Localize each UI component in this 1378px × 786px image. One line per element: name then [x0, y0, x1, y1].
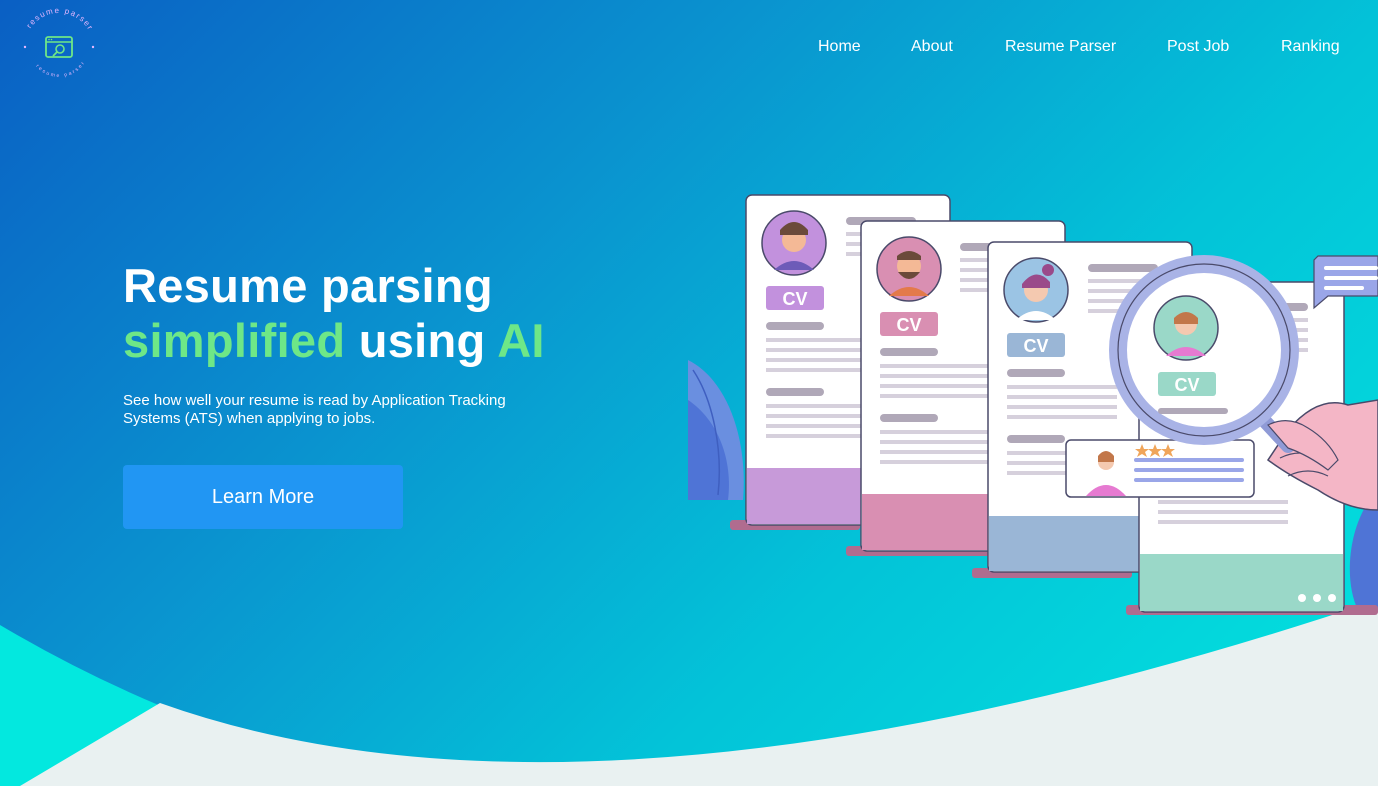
chat-bubble-icon	[1313, 255, 1378, 310]
main-nav: Home About Resume Parser Post Job Rankin…	[0, 38, 1378, 58]
logo-ring-text-top: resume parser	[25, 6, 94, 32]
hero-title-highlight-2: AI	[497, 314, 545, 367]
cv-illustration: CV CV CV CV	[688, 194, 1378, 615]
rating-card	[1065, 439, 1255, 498]
hero-title-connector: using	[345, 314, 498, 367]
cv-label-1: CV	[782, 289, 807, 309]
nav-item-about[interactable]: About	[911, 38, 953, 56]
cv-label-4: CV	[1174, 375, 1199, 395]
cv-label-2: CV	[896, 315, 921, 335]
cv-label-3: CV	[1023, 336, 1048, 356]
hero-title-line1: Resume parsing	[123, 259, 493, 312]
nav-item-post-job[interactable]: Post Job	[1167, 38, 1229, 56]
magnifier-icon: CV	[1109, 255, 1299, 453]
nav-item-ranking[interactable]: Ranking	[1281, 38, 1340, 56]
logo-ring-text-bottom: resume parser	[34, 59, 85, 79]
hero-title-highlight-1: simplified	[123, 314, 346, 367]
nav-item-home[interactable]: Home	[818, 38, 861, 56]
nav-item-resume-parser[interactable]: Resume Parser	[1005, 38, 1116, 56]
svg-text:resume parser: resume parser	[34, 59, 87, 79]
hero-title: Resume parsing simplified using AI	[123, 258, 545, 368]
learn-more-button[interactable]: Learn More	[123, 465, 403, 529]
hero-subtitle: See how well your resume is read by Appl…	[123, 392, 506, 427]
svg-text:resume parser: resume parser	[25, 6, 96, 32]
leaf-decoration-left	[688, 360, 744, 500]
